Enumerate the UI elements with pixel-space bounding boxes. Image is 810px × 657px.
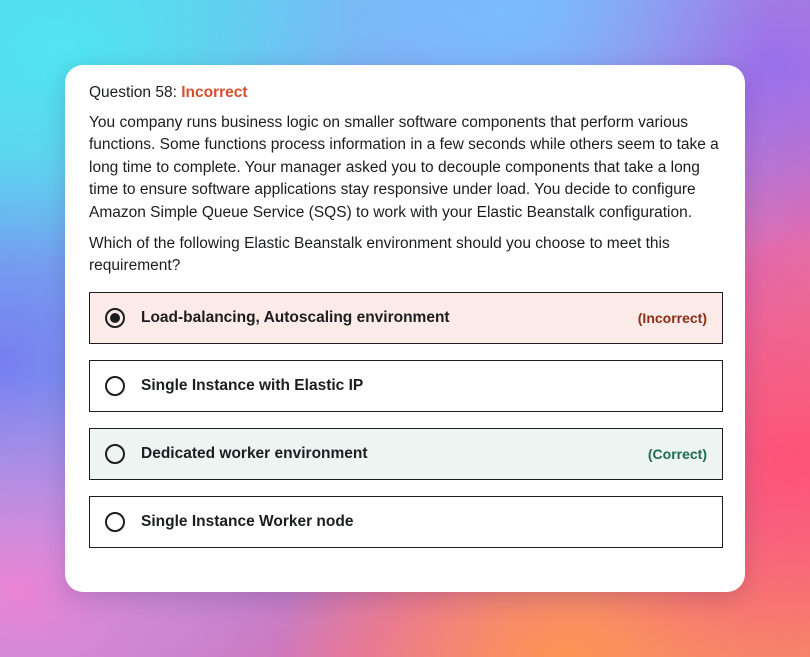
radio-icon[interactable] [105, 512, 125, 533]
answer-option-4[interactable]: Single Instance Worker node [89, 496, 723, 549]
question-number: Question 58: [89, 84, 177, 101]
radio-icon[interactable] [105, 444, 125, 465]
answer-option-label: Single Instance with Elastic IP [141, 377, 364, 395]
question-prompt: Which of the following Elastic Beanstalk… [89, 235, 670, 275]
answer-options: Load-balancing, Autoscaling environment … [89, 292, 723, 549]
answer-option-2[interactable]: Single Instance with Elastic IP [89, 360, 723, 413]
incorrect-tag: (Incorrect) [637, 310, 707, 327]
question-header: Question 58: Incorrect [89, 83, 723, 103]
answer-option-3[interactable]: Dedicated worker environment (Correct) [89, 428, 723, 481]
question-text: You company runs business logic on small… [89, 114, 719, 221]
answer-option-label: Load-balancing, Autoscaling environment [141, 309, 450, 327]
radio-selected-icon[interactable] [105, 308, 125, 329]
answer-option-label: Dedicated worker environment [141, 445, 368, 463]
question-card: Question 58: Incorrect You company runs … [65, 65, 745, 592]
answer-option-1[interactable]: Load-balancing, Autoscaling environment … [89, 292, 723, 345]
result-status: Incorrect [181, 84, 248, 101]
answer-option-label: Single Instance Worker node [141, 513, 354, 531]
correct-tag: (Correct) [647, 446, 707, 463]
radio-icon[interactable] [105, 376, 125, 397]
